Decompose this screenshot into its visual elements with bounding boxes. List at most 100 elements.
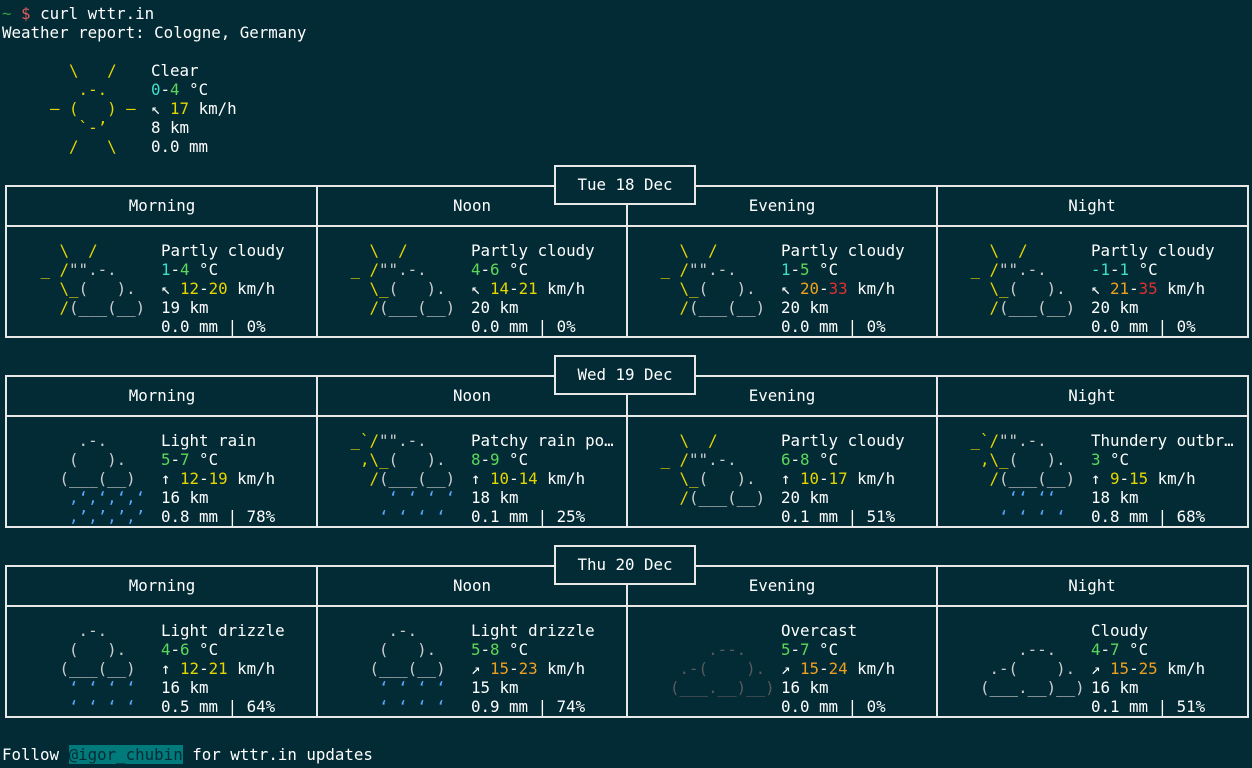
temp-low: 6 [781,450,791,469]
precipitation: 0.1 mm | 51% [1091,697,1206,716]
current-wind: 17 [170,99,190,118]
cloudy-icon: .--. .-( ). (___.__)__) [980,640,1085,697]
overcast-icon: .--. .-( ). (___.__)__) [670,640,775,697]
current-temp-high: 4 [170,80,180,99]
wind-low: 14 [490,279,510,298]
wind-low: 12 [180,279,200,298]
condition-text: Partly cloudy [161,241,285,260]
precipitation: 0.9 mm | 74% [471,697,586,716]
period-label: Night [1068,196,1116,215]
temp-high: 7 [180,450,190,469]
temp-high: 9 [490,450,500,469]
temp-high: 7 [1110,640,1120,659]
visibility: 19 km [161,298,209,317]
temp-low: 4 [1091,640,1101,659]
precipitation: 0.8 mm | 78% [161,507,276,526]
forecast-day-3: Morning Noon Evening Night .-. ( ). (___… [5,545,1249,718]
current-condition: Clear [151,61,199,80]
period-label: Morning [128,386,196,405]
condition-text: Overcast [781,621,858,640]
current-weather: Clear 0-4 °C ↖ 17 km/h 8 km 0.0 mm [151,61,237,156]
precipitation: 0.0 mm | 0% [161,317,266,336]
wind-high: 33 [828,279,848,298]
condition-text: Partly cloudy [781,241,905,260]
temp-low: 4 [161,640,171,659]
precipitation: 0.0 mm | 0% [471,317,576,336]
footer-text: Follow [2,745,69,764]
wind-arrow-icon: ↗ [1091,659,1101,678]
wind-arrow-icon: ↖ [781,279,791,298]
wind-high: 24 [828,659,848,678]
current-sun-icon: \ / .-. ― ( ) ― `-’ / \ [50,61,136,156]
condition-text: Thundery outbr… [1091,431,1234,450]
wind-low: 21 [1110,279,1130,298]
wind-low: 12 [180,659,200,678]
wind-arrow-icon: ↖ [1091,279,1101,298]
visibility: 18 km [1091,488,1139,507]
condition-text: Cloudy [1091,621,1149,640]
precipitation: 0.0 mm | 0% [781,697,886,716]
date-label: Wed 19 Dec [554,355,696,395]
period-label: Night [1068,576,1116,595]
forecast-day-2: Morning Noon Evening Night .-. ( ). (___… [5,355,1249,528]
wind-low: 15 [800,659,820,678]
wind-arrow-icon: ↗ [781,659,791,678]
visibility: 16 km [1091,678,1139,697]
partly-cloudy-icon: \ / _ /"".-. \_( ). /(___(__) [31,241,146,317]
report-title: Weather report: Cologne, Germany [2,23,307,42]
partly-cloudy-icon: \ / _ /"".-. \_( ). /(___(__) [341,241,456,317]
wind-low: 9 [1110,469,1120,488]
wind-low: 15 [1110,659,1130,678]
condition-text: Light drizzle [471,621,595,640]
current-temp-unit: °C [189,80,209,99]
forecast-day-1: Morning Noon Evening Night \ / _ /"".-. … [5,165,1249,338]
period-label: Night [1068,386,1116,405]
wind-arrow-icon: ↑ [161,469,171,488]
partly-cloudy-icon: \ / _ /"".-. \_( ). /(___(__) [651,241,766,317]
wind-low: 12 [180,469,200,488]
wind-arrow-icon: ↑ [1091,469,1101,488]
footer-line: Follow @igor_chubin for wttr.in updates [2,745,373,764]
day-frame: Morning Noon Evening Night .-. ( ). (___… [5,565,1249,718]
precipitation: 0.5 mm | 64% [161,697,276,716]
wind-arrow-icon: ↑ [161,659,171,678]
partly-cloudy-icon: \ / _ /"".-. \_( ). /(___(__) [651,431,766,507]
temp-low: 3 [1091,450,1101,469]
wind-high: 35 [1138,279,1158,298]
wind-high: 15 [1129,469,1149,488]
date-label: Tue 18 Dec [554,165,696,205]
wind-low: 20 [800,279,820,298]
temp-low: 8 [471,450,481,469]
visibility: 15 km [471,678,519,697]
temp-high: 1 [1119,260,1130,279]
temp-low: 5 [781,640,791,659]
author-link[interactable]: @igor_chubin [68,745,183,764]
current-wind-unit: km/h [198,99,237,118]
wind-high: 21 [208,659,228,678]
current-wind-arrow: ↖ [151,99,161,118]
visibility: 20 km [781,488,829,507]
wind-arrow-icon: ↖ [471,279,481,298]
drizzle-icon: .-. ( ). (___(__) ‘ ‘ ‘ ‘ ‘ ‘ ‘ ‘ [369,621,446,716]
period-label: Morning [128,196,196,215]
wind-low: 10 [800,469,820,488]
condition-text: Patchy rain po… [471,431,614,450]
precipitation: 0.0 mm | 0% [1091,317,1196,336]
temp-high: 5 [800,260,810,279]
wind-high: 17 [828,469,848,488]
wind-low: 15 [490,659,510,678]
thunder-icon: _`/"".-. ,\_( ). /(___(__) ‘‘ ‘‘ ‘ ‘ ‘ ‘ [961,431,1076,526]
visibility: 20 km [781,298,829,317]
temp-high: 8 [800,450,810,469]
partly-cloudy-icon: \ / _ /"".-. \_( ). /(___(__) [961,241,1076,317]
condition-text: Partly cloudy [471,241,595,260]
temp-low: -1 [1091,260,1111,279]
current-visibility: 8 km [151,118,190,137]
visibility: 18 km [471,488,519,507]
wind-high: 23 [518,659,538,678]
precipitation: 0.8 mm | 68% [1091,507,1206,526]
condition-text: Partly cloudy [1091,241,1215,260]
temp-high: 7 [800,640,810,659]
footer-text-after: for wttr.in updates [182,745,373,764]
precipitation: 0.1 mm | 25% [471,507,586,526]
